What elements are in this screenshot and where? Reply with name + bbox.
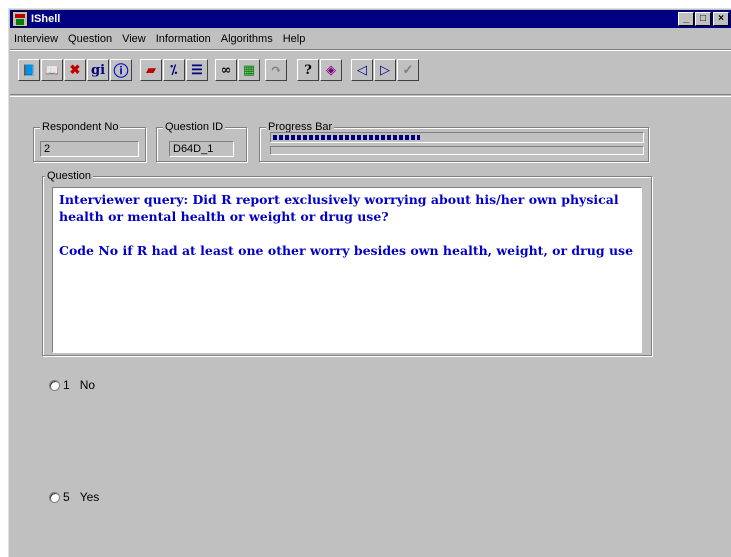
menu-question[interactable]: Question [63,33,117,45]
respondent-label: Respondent No [40,121,121,133]
menu-interview[interactable]: Interview [10,33,63,45]
help-icon[interactable]: ? [297,59,319,81]
close-button[interactable]: × [713,12,729,26]
respondent-group: Respondent No 2 [33,121,146,162]
glasses-icon[interactable]: ∞ [215,59,237,81]
option-label: No [79,378,96,392]
menu-information[interactable]: Information [151,33,216,45]
next-button[interactable]: ▷ [374,59,396,81]
option-yes[interactable]: 5 Yes [49,490,99,504]
toolbar-group-5: ? ◈ [297,59,342,81]
eraser-icon[interactable]: ▰ [140,59,162,81]
open-book-icon[interactable]: 📖 [41,59,63,81]
progress-bar-bottom [270,146,644,155]
question-text-box: Interviewer query: Did R report exclusiv… [52,187,642,353]
interview-panel: Respondent No 2 Question ID D64D_1 Progr… [10,96,731,557]
option-code: 5 [63,490,70,504]
window-title: IShell [31,13,61,25]
info-icon[interactable]: ⓘ [110,59,132,81]
checklist-icon[interactable]: ☰ [186,59,208,81]
toolbar-group-6: ◁ ▷ ✓ [351,59,419,81]
progress-group: Progress Bar [259,121,649,162]
question-id-label: Question ID [163,121,226,133]
notebook-icon[interactable]: ◈ [320,59,342,81]
menu-bar: Interview Question View Information Algo… [10,30,731,48]
toolbar: 📘 📖 ✖ gi ⓘ ▰ ⁒ ☰ ∞ ▦ ↷ ? ◈ ◁ ▷ ✓ [10,49,731,95]
toolbar-group-2: ▰ ⁒ ☰ [140,59,208,81]
question-text-instruction: Code No if R had at least one other worr… [59,243,634,258]
toolbar-group-1: 📘 📖 ✖ gi ⓘ [18,59,132,81]
menu-algorithms[interactable]: Algorithms [216,33,278,45]
radio-no[interactable] [49,379,60,391]
option-no[interactable]: 1 No [49,378,95,392]
question-group: Question Interviewer query: Did R report… [42,170,652,356]
title-bar[interactable]: IShell _ □ × [10,10,731,28]
menu-view[interactable]: View [117,33,151,45]
question-id-group: Question ID D64D_1 [156,121,247,162]
option-code: 1 [63,378,70,392]
color-palette-icon[interactable]: ▦ [238,59,260,81]
respondent-number-field: 2 [40,141,139,157]
progress-bar-top [270,132,644,143]
toolbar-group-3: ∞ ▦ [215,59,260,81]
menu-help[interactable]: Help [278,33,311,45]
maximize-button[interactable]: □ [695,12,711,26]
window-controls: _ □ × [678,12,729,26]
delete-icon[interactable]: ✖ [64,59,86,81]
skip-icon[interactable]: ↷ [265,59,287,81]
progress-fill [273,135,421,140]
question-label: Question [45,170,94,182]
previous-button[interactable]: ◁ [351,59,373,81]
radio-yes[interactable] [49,491,60,503]
minimize-button[interactable]: _ [678,12,694,26]
confirm-check-icon[interactable]: ✓ [397,59,419,81]
gi-icon[interactable]: gi [87,59,109,81]
question-text-main: Interviewer query: Did R report exclusiv… [59,192,619,224]
ishell-window: IShell _ □ × Interview Question View Inf… [8,8,731,557]
toolbar-groove [10,49,731,51]
book-icon[interactable]: 📘 [18,59,40,81]
toolbar-group-4: ↷ [265,59,287,81]
question-id-field: D64D_1 [169,141,234,157]
app-icon[interactable] [12,11,28,27]
option-label: Yes [79,490,100,504]
translate-icon[interactable]: ⁒ [163,59,185,81]
